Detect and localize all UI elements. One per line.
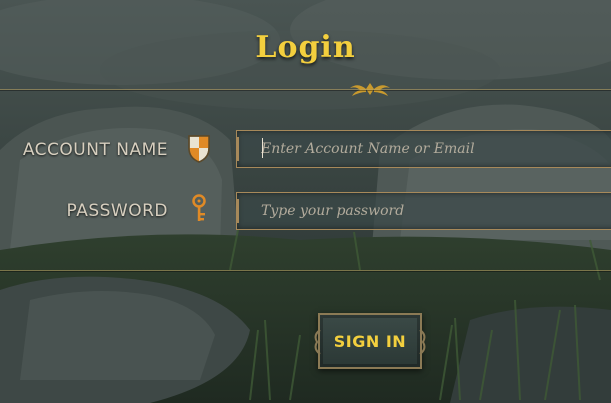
ornament-icon [350,83,390,96]
divider-bottom [0,270,611,271]
page-title: Login [255,30,356,65]
account-name-field-frame [236,130,611,168]
password-field-frame [236,192,611,230]
sign-in-label: SIGN IN [333,331,407,351]
scroll-ornament-right-icon [419,329,426,355]
text-caret [262,138,263,158]
key-icon [192,194,206,221]
account-name-label: ACCOUNT NAME [22,140,168,160]
password-label: PASSWORD [66,201,168,221]
divider-top [0,89,611,90]
sign-in-button[interactable]: SIGN IN [314,313,426,369]
account-name-input[interactable] [237,131,611,167]
password-input[interactable] [237,193,611,229]
scroll-ornament-left-icon [314,329,321,355]
shield-icon [188,135,210,163]
